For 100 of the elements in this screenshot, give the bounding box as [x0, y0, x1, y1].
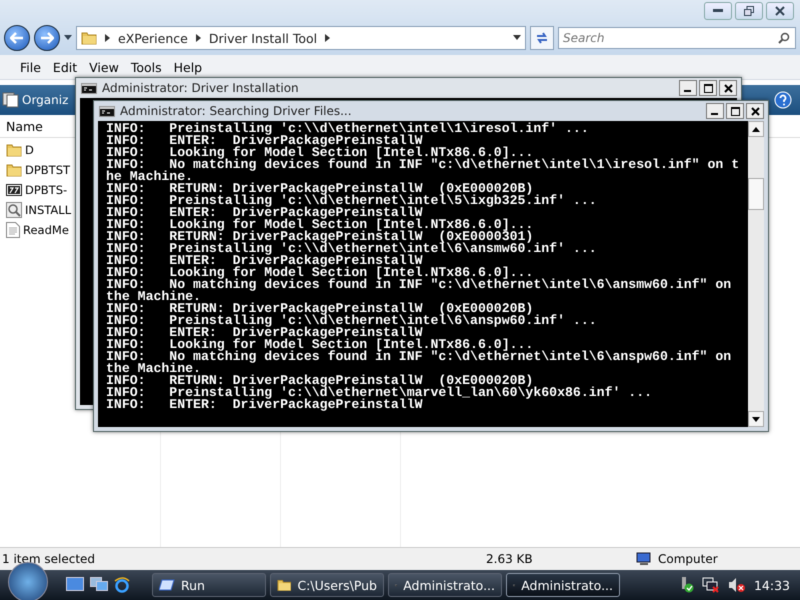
start-button[interactable]: [8, 562, 48, 600]
restore-button[interactable]: [735, 2, 763, 20]
installer-icon: [6, 202, 22, 218]
arrow-down-icon[interactable]: [752, 416, 760, 422]
dropdown-icon[interactable]: [64, 35, 72, 41]
maximize-icon: [704, 84, 712, 92]
taskbar-button[interactable]: Run: [152, 573, 266, 597]
dropdown-icon[interactable]: [513, 35, 521, 41]
console-icon: [99, 106, 115, 116]
scrollbar[interactable]: [748, 121, 764, 427]
organize-button[interactable]: Organiz: [22, 93, 68, 107]
console-line: INFO: Preinstalling 'c:\\d\ethernet\intel\6\ansmw60.inf' ...: [106, 243, 597, 255]
file-name[interactable]: DPBTS-: [25, 182, 68, 196]
close-icon: [724, 84, 732, 92]
console-line: INFO: Preinstalling 'c:\\d\ethernet\marvell_lan\60\yk60x86.inf' ...: [106, 387, 652, 399]
console-line: INFO: RETURN: DriverPackagePreinstallW (0xE000020B): [106, 303, 534, 315]
scrollbar-thumb[interactable]: [748, 178, 764, 210]
archive-icon: [6, 182, 22, 198]
minimize-button[interactable]: [706, 103, 724, 119]
console-line: INFO: ENTER: DriverPackagePreinstallW: [106, 399, 423, 411]
taskbar-button[interactable]: Administrato...: [388, 573, 502, 597]
pages-icon: [2, 92, 20, 108]
console-line: the Machine.: [106, 291, 201, 303]
console-line: INFO: Looking for Model Section [Intel.NTx86.6.0]...: [106, 147, 534, 159]
console-line: INFO: RETURN: DriverPackagePreinstallW (0xE000020B): [106, 183, 534, 195]
folder-icon: [277, 577, 292, 593]
folder-icon: [6, 142, 22, 158]
menu-item[interactable]: View: [83, 60, 125, 74]
console-line: INFO: Looking for Model Section [Intel.NTx86.6.0]...: [106, 267, 534, 279]
console-line: INFO: RETURN: DriverPackagePreinstallW (0xE000020B): [106, 375, 534, 387]
help-icon[interactable]: [774, 91, 792, 109]
minimize-button[interactable]: [704, 2, 732, 20]
clock[interactable]: 14:33: [754, 578, 790, 592]
maximize-button[interactable]: [726, 103, 744, 119]
close-button[interactable]: [719, 80, 737, 96]
arrow-left-icon: [10, 32, 24, 44]
console-icon: [81, 82, 97, 94]
console-line: INFO: ENTER: DriverPackagePreinstallW: [106, 327, 423, 339]
console-line: INFO: ENTER: DriverPackagePreinstallW: [106, 207, 423, 219]
refresh-icon: [535, 31, 549, 45]
console-line: he Machine.: [106, 171, 194, 183]
console-line: INFO: No matching devices found in INF "c:\d\ethernet\intel\6\ansmw60.inf" on: [106, 279, 732, 291]
console-line: INFO: No matching devices found in INF "c:\d\ethernet\intel\6\anspw60.inf" on: [106, 351, 732, 363]
taskbar-button[interactable]: C:\Users\Pub: [270, 573, 384, 597]
maximize-button[interactable]: [699, 80, 717, 96]
console-line: INFO: ENTER: DriverPackagePreinstallW: [106, 135, 423, 147]
menu-item[interactable]: Tools: [124, 60, 168, 74]
speaker-icon[interactable]: [728, 577, 746, 593]
console-line: INFO: Looking for Model Section [Intel.NTx86.6.0]...: [106, 219, 534, 231]
menu-item[interactable]: File: [14, 60, 47, 74]
console-line: INFO: Preinstalling 'c:\\d\ethernet\intel\6\anspw60.inf' ...: [106, 315, 597, 327]
status-size: 2.63 KB: [486, 552, 534, 566]
forward-button[interactable]: [34, 25, 60, 51]
refresh-button[interactable]: [530, 26, 554, 50]
close-icon: [750, 106, 760, 116]
breadcrumb[interactable]: eXPerience: [118, 30, 188, 46]
minimize-icon: [713, 9, 723, 13]
arrow-up-icon[interactable]: [752, 126, 760, 132]
chevron-icon: [325, 34, 330, 42]
file-name[interactable]: DPBTST: [25, 162, 70, 176]
network-icon[interactable]: [702, 577, 720, 593]
close-icon: [775, 6, 785, 16]
taskbar-button[interactable]: Administrato...: [506, 573, 620, 597]
back-button[interactable]: [4, 25, 30, 51]
window-title: Administrator: Searching Driver Files...: [120, 104, 352, 118]
browser-icon[interactable]: [114, 577, 130, 593]
menu-item[interactable]: Help: [168, 60, 208, 74]
windows-icon[interactable]: [90, 577, 108, 591]
maximize-icon: [730, 106, 740, 116]
run-icon: [159, 579, 175, 591]
console-line: INFO: Preinstalling 'c:\\d\ethernet\intel\1\iresol.inf' ...: [106, 123, 589, 135]
computer-icon: [636, 552, 652, 566]
close-button[interactable]: [766, 2, 794, 20]
console-line: the Machine.: [106, 363, 201, 375]
menu-item[interactable]: Edit: [46, 60, 84, 74]
file-name[interactable]: ReadMe: [23, 222, 69, 236]
window-title: Administrator: Driver Installation: [102, 81, 299, 95]
address-bar[interactable]: eXPerience Driver Install Tool: [76, 26, 526, 50]
console-line: INFO: Looking for Model Section [Intel.NTx86.6.0]...: [106, 339, 534, 351]
folder-icon: [81, 30, 97, 46]
minimize-button[interactable]: [679, 80, 697, 96]
search-field[interactable]: Search: [558, 27, 796, 49]
status-zone: Computer: [658, 552, 718, 566]
close-button[interactable]: [746, 103, 764, 119]
console-line: INFO: RETURN: DriverPackagePreinstallW (0xE0000301): [106, 231, 534, 243]
column-header[interactable]: Name: [6, 118, 43, 134]
console-line: INFO: No matching devices found in INF "c:\d\ethernet\intel\1\iresol.inf" on t: [106, 159, 740, 171]
file-name[interactable]: INSTALL: [25, 202, 72, 216]
console-line: INFO: ENTER: DriverPackagePreinstallW: [106, 255, 423, 267]
folder-icon: [6, 162, 22, 178]
shield-icon[interactable]: [680, 577, 694, 593]
text-file-icon: [6, 222, 20, 238]
arrow-right-icon: [40, 32, 54, 44]
restore-icon: [744, 6, 754, 16]
breadcrumb[interactable]: Driver Install Tool: [208, 30, 318, 46]
console-line: INFO: Preinstalling 'c:\\d\ethernet\intel\5\ixgb325.inf' ...: [106, 195, 597, 207]
search-icon: [778, 32, 790, 44]
file-name[interactable]: D: [25, 142, 34, 156]
chevron-icon: [105, 34, 110, 42]
status-text: 1 item selected: [1, 552, 96, 566]
